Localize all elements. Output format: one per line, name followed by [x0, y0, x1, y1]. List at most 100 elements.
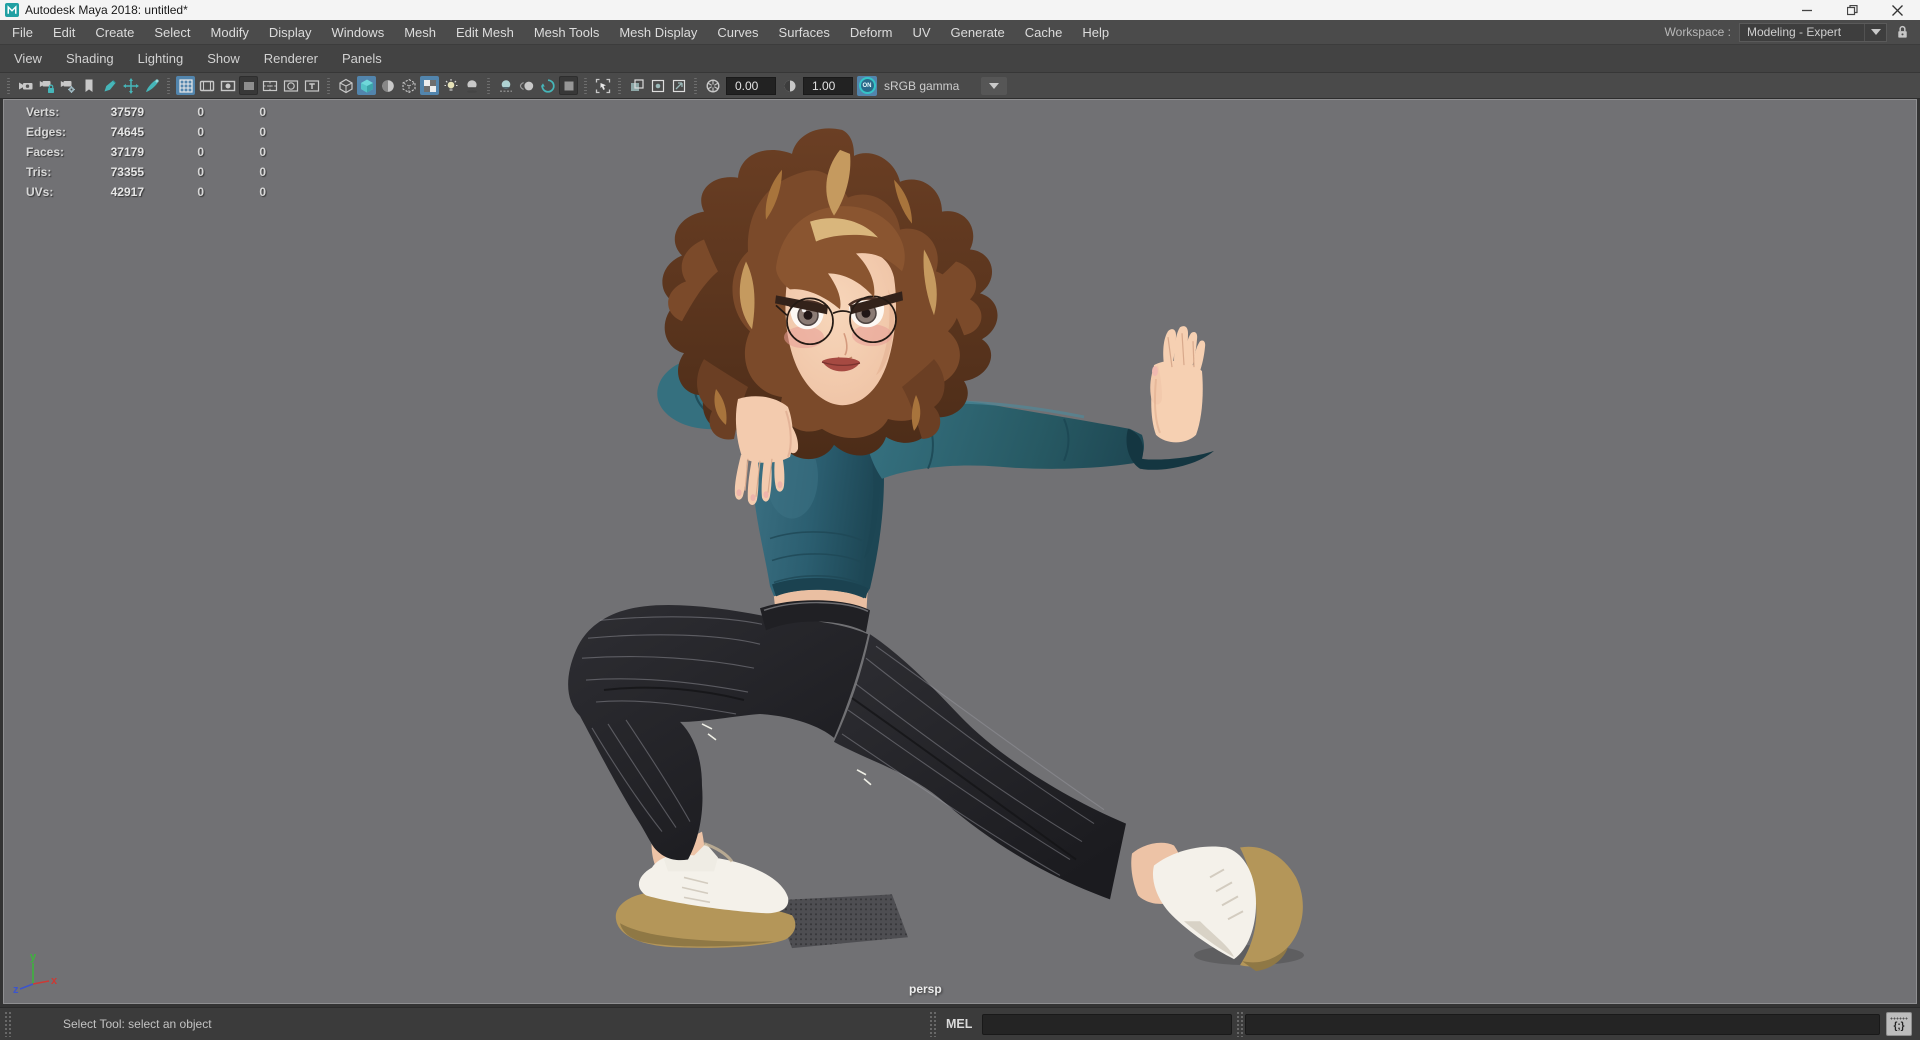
menu-mesh-tools[interactable]: Mesh Tools: [524, 25, 610, 40]
menu-help[interactable]: Help: [1072, 25, 1119, 40]
toolbar-grip[interactable]: [7, 77, 10, 94]
hud-row-verts: Verts: 37579 0 0: [26, 105, 266, 119]
field-chart-icon[interactable]: [260, 76, 279, 95]
resolution-gate-icon[interactable]: [218, 76, 237, 95]
gate-mask-icon[interactable]: [239, 76, 258, 95]
toolbar-grip[interactable]: [487, 77, 490, 94]
xray-joints-icon[interactable]: [648, 76, 667, 95]
menu-windows[interactable]: Windows: [321, 25, 394, 40]
panel-menu-renderer[interactable]: Renderer: [252, 51, 330, 66]
main-menu-bar: File Edit Create Select Modify Display W…: [0, 20, 1920, 45]
minimize-button[interactable]: [1785, 0, 1830, 20]
exposure-field[interactable]: 0.00: [726, 76, 776, 95]
gamma-field[interactable]: 1.00: [803, 76, 853, 95]
textured-mode-icon[interactable]: [420, 76, 439, 95]
heads-up-display: Verts: 37579 0 0 Edges: 74645 0 0 Faces: 37179 0…: [26, 102, 266, 202]
menu-generate[interactable]: Generate: [941, 25, 1015, 40]
wireframe-mode-icon[interactable]: [336, 76, 355, 95]
maya-logo-icon: [5, 3, 19, 17]
chevron-down-icon[interactable]: [981, 76, 1008, 95]
bookmark-icon[interactable]: [79, 76, 98, 95]
script-editor-window-icon: [1890, 1016, 1908, 1020]
view-transform-dropdown[interactable]: sRGB gamma: [884, 76, 1008, 95]
menu-select[interactable]: Select: [144, 25, 200, 40]
menu-display[interactable]: Display: [259, 25, 322, 40]
image-plane-icon[interactable]: [100, 76, 119, 95]
workspace-dropdown[interactable]: Modeling - Expert: [1739, 22, 1887, 42]
panel-menu-bar: View Shading Lighting Show Renderer Pane…: [0, 45, 1920, 73]
toolbar-grip[interactable]: [167, 77, 170, 94]
menu-uv[interactable]: UV: [902, 25, 940, 40]
safe-title-icon[interactable]: [302, 76, 321, 95]
command-line-language-label[interactable]: MEL: [946, 1017, 972, 1031]
screen-space-ao-icon[interactable]: [496, 76, 515, 95]
toolbar-grip[interactable]: [618, 77, 621, 94]
isolate-select-icon[interactable]: [593, 76, 612, 95]
window-title: Autodesk Maya 2018: untitled*: [25, 3, 188, 17]
use-all-lights-icon[interactable]: [441, 76, 460, 95]
exposure-icon[interactable]: [703, 76, 722, 95]
svg-text:x: x: [51, 975, 58, 987]
anti-aliasing-icon[interactable]: [538, 76, 557, 95]
toolbar-grip[interactable]: [584, 77, 587, 94]
menu-edit-mesh[interactable]: Edit Mesh: [446, 25, 524, 40]
flat-shade-mode-icon[interactable]: [378, 76, 397, 95]
camera-attributes-icon[interactable]: [58, 76, 77, 95]
view-axis-gizmo: y x z: [13, 951, 58, 996]
menu-curves[interactable]: Curves: [707, 25, 768, 40]
viewport-canvas[interactable]: [4, 100, 1916, 1003]
chevron-down-icon: [1864, 23, 1886, 41]
grid-toggle-icon[interactable]: [176, 76, 195, 95]
menu-mesh-display[interactable]: Mesh Display: [609, 25, 707, 40]
perspective-viewport[interactable]: Verts: 37579 0 0 Edges: 74645 0 0 Faces: 37179 0…: [3, 99, 1917, 1004]
smooth-shade-mode-icon[interactable]: [357, 76, 376, 95]
character-mesh[interactable]: [568, 128, 1303, 972]
paint-tool-icon[interactable]: [142, 76, 161, 95]
panel-grip[interactable]: [1236, 1011, 1246, 1037]
lock-icon[interactable]: [1895, 24, 1910, 40]
menu-file[interactable]: File: [0, 25, 43, 40]
panel-menu-view[interactable]: View: [0, 51, 54, 66]
help-line-text: Select Tool: select an object: [63, 1017, 212, 1031]
panel-menu-lighting[interactable]: Lighting: [126, 51, 196, 66]
hud-row-tris: Tris: 73355 0 0: [26, 165, 266, 179]
color-management-toggle[interactable]: ON: [857, 75, 877, 96]
lock-camera-icon[interactable]: [37, 76, 56, 95]
motion-blur-icon[interactable]: [517, 76, 536, 95]
close-button[interactable]: [1875, 0, 1920, 20]
toolbar-grip[interactable]: [694, 77, 697, 94]
panel-menu-panels[interactable]: Panels: [330, 51, 394, 66]
mel-command-input[interactable]: [982, 1013, 1233, 1035]
film-gate-icon[interactable]: [197, 76, 216, 95]
command-result-field[interactable]: [1245, 1013, 1880, 1035]
menu-create[interactable]: Create: [85, 25, 144, 40]
restore-button[interactable]: [1830, 0, 1875, 20]
svg-text:z: z: [13, 984, 19, 996]
panel-grip[interactable]: [4, 1011, 13, 1037]
move-tool-icon[interactable]: [121, 76, 140, 95]
panel-menu-show[interactable]: Show: [195, 51, 252, 66]
toolbar-grip[interactable]: [327, 77, 330, 94]
menu-mesh[interactable]: Mesh: [394, 25, 446, 40]
panel-grip[interactable]: [929, 1011, 938, 1037]
maya-window: Autodesk Maya 2018: untitled* File Edit …: [0, 0, 1920, 1040]
panel-menu-shading[interactable]: Shading: [54, 51, 126, 66]
menu-cache[interactable]: Cache: [1015, 25, 1073, 40]
script-editor-button[interactable]: {;}: [1886, 1012, 1912, 1036]
shadows-icon[interactable]: [462, 76, 481, 95]
hud-row-faces: Faces: 37179 0 0: [26, 145, 266, 159]
bounding-box-mode-icon[interactable]: [399, 76, 418, 95]
menu-modify[interactable]: Modify: [201, 25, 259, 40]
menu-surfaces[interactable]: Surfaces: [769, 25, 840, 40]
workspace-value: Modeling - Expert: [1747, 25, 1842, 39]
menu-deform[interactable]: Deform: [840, 25, 903, 40]
xray-active-components-icon[interactable]: [669, 76, 688, 95]
render-settings-toggle-icon[interactable]: [559, 76, 578, 95]
hud-row-uvs: UVs: 42917 0 0: [26, 185, 266, 199]
xray-mode-icon[interactable]: [627, 76, 646, 95]
select-camera-icon[interactable]: [16, 76, 35, 95]
safe-action-icon[interactable]: [281, 76, 300, 95]
status-bar: Select Tool: select an object MEL {;}: [0, 1007, 1920, 1040]
menu-edit[interactable]: Edit: [43, 25, 85, 40]
contrast-icon[interactable]: [780, 76, 799, 95]
